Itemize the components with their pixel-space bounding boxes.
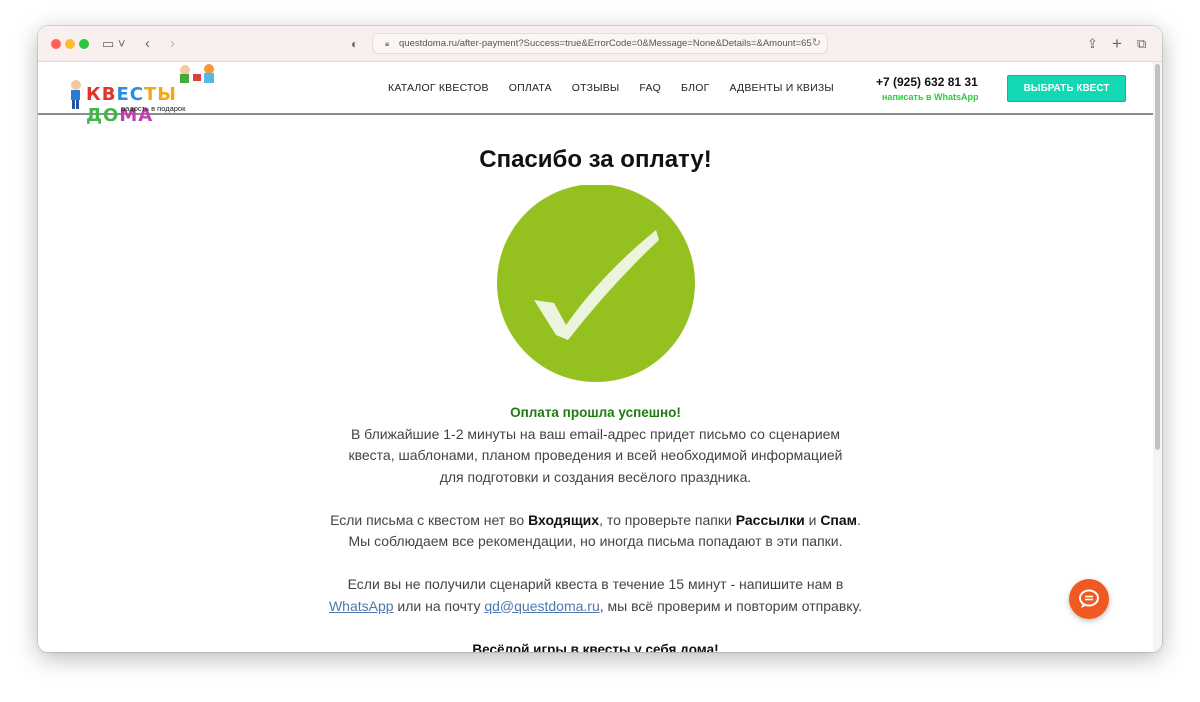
text: или на почту [393,597,485,614]
logo-tagline: радость в подарок [121,104,186,113]
tab-overview-icon[interactable]: ⧉ [1137,34,1146,54]
sidebar-toggle-icon[interactable]: ▭ ˅ [102,34,126,54]
spam-note: Если письма с квестом нет во Входящих, т… [38,510,1153,532]
whatsapp-link[interactable]: написать в WhatsApp [882,92,979,102]
chat-widget-button[interactable] [1069,579,1109,619]
whatsapp-text-link[interactable]: WhatsApp [329,598,394,614]
new-tab-icon[interactable]: + [1112,34,1122,54]
address-bar[interactable]: 🔒︎ questdoma.ru/after-payment?Success=tr… [372,33,828,54]
chat-bubble-icon [1079,589,1099,608]
checkmark-icon [497,185,695,382]
text: , то проверьте папки [599,511,736,528]
choose-quest-button[interactable]: ВЫБРАТЬ КВЕСТ [1007,75,1126,102]
nav-advents[interactable]: АДВЕНТЫ И КВИЗЫ [729,82,833,94]
text: и [804,511,821,528]
close-window-button[interactable] [51,39,61,49]
phone-number[interactable]: +7 (925) 632 81 31 [876,75,978,89]
nav-catalog[interactable]: КАТАЛОГ КВЕСТОВ [388,82,489,94]
url-text: questdoma.ru/after-payment?Success=true&… [399,38,817,49]
privacy-shield-icon[interactable]: ◐ [351,34,358,54]
share-icon[interactable]: ⇪ [1087,34,1098,54]
page-title: Спасибо за оплату! [479,146,712,173]
main-nav: КАТАЛОГ КВЕСТОВ ОПЛАТА ОТЗЫВЫ FAQ БЛОГ А… [388,82,834,94]
info-line: В ближайшие 1-2 минуты на ваш email-адре… [350,425,841,442]
text: , мы всё проверим и повторим отправку. [599,597,863,614]
site-header: КВЕСТЫ ДОМА радость в подарок КАТАЛОГ КВ… [38,62,1153,126]
scrollbar-thumb[interactable] [1155,64,1160,450]
lock-icon: 🔒︎ [385,39,390,48]
back-icon[interactable]: ‹ [145,34,150,54]
zoom-window-button[interactable] [79,39,89,49]
info-line: Мы соблюдаем все рекомендации, но иногда… [348,533,843,549]
contact-line: WhatsApp или на почту qd@questdoma.ru, м… [38,596,1153,618]
payment-info: Оплата прошла успешно! В ближайшие 1-2 м… [38,402,1153,652]
forward-icon[interactable]: › [170,34,175,54]
nav-reviews[interactable]: ОТЗЫВЫ [572,82,620,94]
nav-payment[interactable]: ОПЛАТА [509,82,552,94]
inbox-folder: Входящих [528,511,600,528]
text: . [857,511,861,528]
spam-folder: Спам [820,511,858,528]
success-message: Оплата прошла успешно! [510,405,681,420]
browser-window: ▭ ˅ ‹ › ◐ 🔒︎ questdoma.ru/after-payment?… [38,26,1162,652]
nav-faq[interactable]: FAQ [639,82,661,94]
browser-toolbar: ▭ ˅ ‹ › ◐ 🔒︎ questdoma.ru/after-payment?… [38,26,1162,62]
main-content: Спасибо за оплату! Оплата прошла успешно… [38,117,1153,652]
text: Если письма с квестом нет во [330,511,529,528]
info-line: Если вы не получили сценарий квеста в те… [347,576,844,592]
logo[interactable]: КВЕСТЫ ДОМА радость в подарок [64,62,236,126]
reload-icon[interactable]: ↻ [811,34,821,53]
minimize-window-button[interactable] [65,39,75,49]
info-line: квеста, шаблонами, планом проведения и в… [348,447,843,463]
promo-folder: Рассылки [735,511,805,528]
info-line: для подготовки и создания весёлого празд… [439,468,752,485]
closing-text: Весёлой игры в квесты у себя дома! [472,641,719,653]
nav-blog[interactable]: БЛОГ [681,82,709,94]
email-link[interactable]: qd@questdoma.ru [484,598,599,614]
